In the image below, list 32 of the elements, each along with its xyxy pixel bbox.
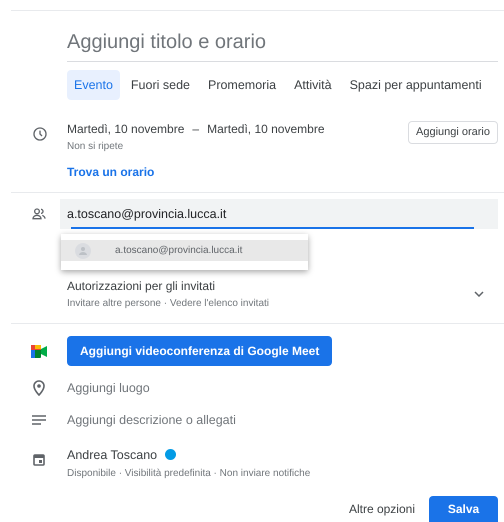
suggestion-email: a.toscano@provincia.lucca.it (115, 244, 242, 258)
text-lines-icon (32, 415, 46, 426)
calendar-owner[interactable]: Andrea Toscano (67, 446, 158, 464)
tab[interactable]: Promemoria (200, 70, 284, 100)
location-field[interactable]: Aggiungi luogo (67, 379, 367, 398)
date-separator: – (192, 121, 200, 138)
save-button[interactable]: Salva (429, 496, 498, 522)
location-pin-icon (33, 380, 45, 396)
tab[interactable]: Attività (287, 70, 339, 100)
video-camera-icon (31, 344, 47, 358)
suggestion-item[interactable]: a.toscano@provincia.lucca.it (61, 240, 308, 261)
tab[interactable]: Spazi per appuntamenti (342, 70, 489, 100)
calendar-icon (33, 452, 45, 466)
tab[interactable]: Fuori sede (124, 70, 197, 100)
more-options-button[interactable]: Altre opzioni (348, 496, 415, 522)
permissions-title[interactable]: Autorizzazioni per gli invitati (67, 277, 474, 295)
meet-button[interactable]: Aggiungi videoconferenza di Google Meet (67, 336, 332, 366)
end-date[interactable]: Martedì, 10 novembre (207, 120, 324, 138)
guest-field[interactable]: a.toscano@provincia.lucca.it (60, 199, 498, 229)
calendar-details: Disponibile · Visibilità predefinita · Non inviare notifiche (67, 467, 310, 482)
people-icon (31, 206, 47, 222)
avatar-icon (75, 242, 91, 258)
repeat-text[interactable]: Non si ripete (67, 139, 408, 154)
description-field[interactable]: Aggiungi descrizione o allegati (67, 410, 367, 430)
title-field[interactable]: Aggiungi titolo e orario (67, 27, 498, 62)
start-date[interactable]: Martedì, 10 novembre (67, 120, 184, 138)
clock-icon (32, 126, 48, 142)
tab[interactable]: Evento (67, 70, 120, 100)
find-time-link[interactable]: Trova un orario (67, 165, 154, 179)
chevron-down-icon[interactable] (474, 291, 484, 297)
add-time-button[interactable]: Aggiungi orario (408, 121, 498, 144)
permissions-detail: Invitare altre persone · Vedere l'elenco invitati (67, 297, 270, 311)
